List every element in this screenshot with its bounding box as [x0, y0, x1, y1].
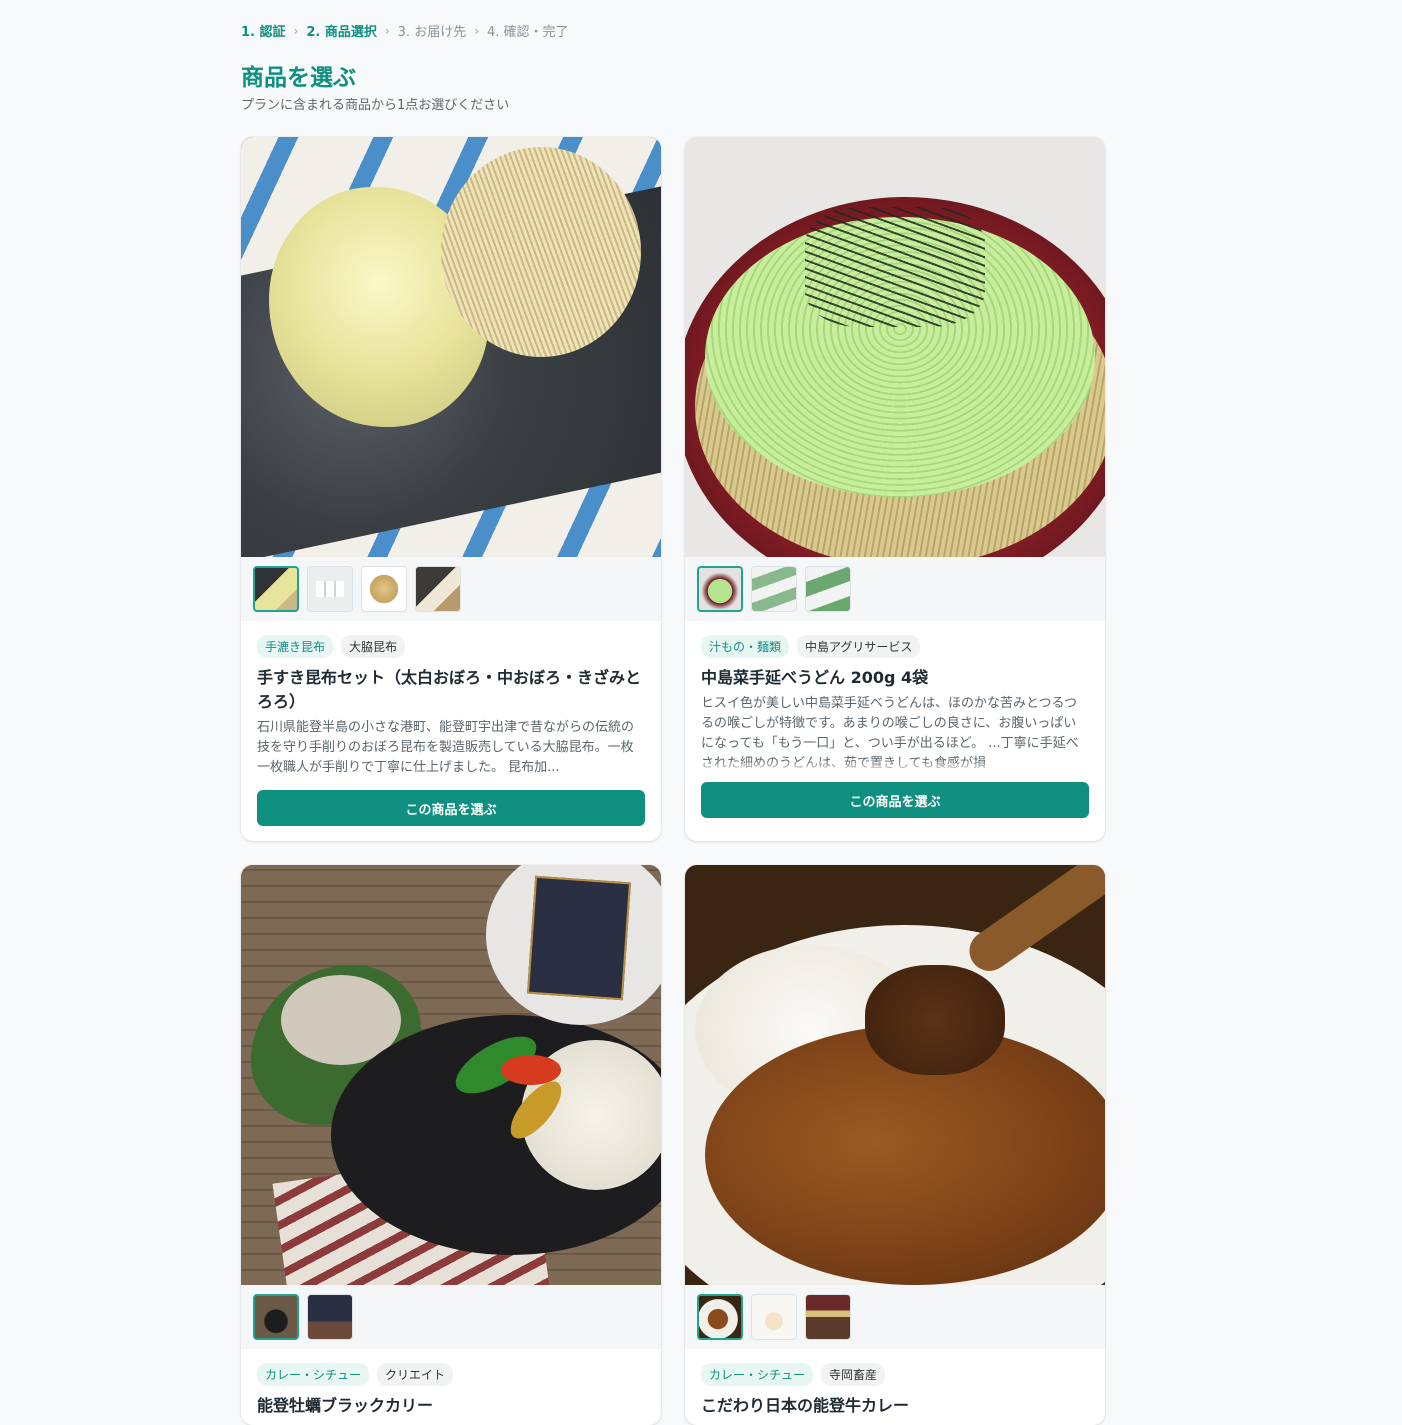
select-product-button[interactable]: この商品を選ぶ: [257, 790, 645, 826]
page-title: 商品を選ぶ: [241, 65, 356, 91]
product-thumbnail[interactable]: [751, 1294, 797, 1340]
product-main-image: [241, 865, 661, 1285]
maker-tag: 寺岡畜産: [821, 1363, 886, 1386]
thumbnail-strip: [685, 557, 1105, 621]
step-delivery: 3. お届け先: [397, 25, 467, 40]
product-thumbnail[interactable]: [415, 566, 461, 612]
step-auth[interactable]: 1. 認証: [241, 21, 286, 40]
product-title: 能登牡蠣ブラックカリー: [257, 1396, 434, 1415]
category-tag: カレー・シチュー: [257, 1363, 370, 1386]
product-thumbnail[interactable]: [805, 1294, 851, 1340]
product-description: 石川県能登半島の小さな港町、能登町宇出津で昔ながらの伝統の技を守り手削りのおぼろ…: [257, 720, 635, 775]
product-title: こだわり日本の能登牛カレー: [701, 1396, 910, 1415]
product-main-image: [685, 865, 1105, 1285]
product-title: 手すき昆布セット（太白おぼろ・中おぼろ・きざみとろろ）: [257, 668, 642, 711]
product-thumbnail[interactable]: [361, 566, 407, 612]
step-separator: ›: [384, 23, 390, 38]
thumbnail-strip: [685, 1285, 1105, 1349]
select-product-button[interactable]: この商品を選ぶ: [701, 782, 1089, 818]
product-thumbnail[interactable]: [307, 566, 353, 612]
thumbnail-strip: [241, 557, 661, 621]
maker-tag: 大脇昆布: [341, 635, 406, 658]
product-main-image: [241, 137, 661, 557]
product-card: カレー・シチュー 寺岡畜産 こだわり日本の能登牛カレー: [685, 865, 1105, 1425]
step-breadcrumb: 1. 認証 › 2. 商品選択 › 3. お届け先 › 4. 確認・完了: [241, 21, 569, 41]
page-subtitle: プランに含まれる商品から1点お選びください: [241, 98, 510, 113]
category-tag: 手漉き昆布: [257, 635, 334, 658]
product-thumbnail[interactable]: [697, 1294, 743, 1340]
product-thumbnail[interactable]: [697, 566, 743, 612]
step-confirm: 4. 確認・完了: [487, 25, 569, 40]
product-main-image: [685, 137, 1105, 557]
product-thumbnail[interactable]: [253, 1294, 299, 1340]
category-tag: 汁もの・麺類: [701, 635, 790, 658]
step-separator: ›: [474, 23, 480, 38]
step-separator: ›: [293, 23, 299, 38]
category-tag: カレー・シチュー: [701, 1363, 814, 1386]
product-thumbnail[interactable]: [307, 1294, 353, 1340]
product-description: ヒスイ色が美しい中島菜手延べうどんは、ほのかな苦みとつるつるの喉ごしが特徴です。…: [701, 694, 1089, 774]
product-card: 手漉き昆布 大脇昆布 手すき昆布セット（太白おぼろ・中おぼろ・きざみとろろ） 石…: [241, 137, 661, 841]
product-thumbnail[interactable]: [751, 566, 797, 612]
product-title: 中島菜手延べうどん 200g 4袋: [701, 668, 929, 687]
product-card: カレー・シチュー クリエイト 能登牡蠣ブラックカリー: [241, 865, 661, 1425]
thumbnail-strip: [241, 1285, 661, 1349]
maker-tag: 中島アグリサービス: [797, 635, 921, 658]
product-thumbnail[interactable]: [805, 566, 851, 612]
product-thumbnail[interactable]: [253, 566, 299, 612]
step-product-select: 2. 商品選択: [306, 25, 377, 40]
product-card: 汁もの・麺類 中島アグリサービス 中島菜手延べうどん 200g 4袋 ヒスイ色が…: [685, 137, 1105, 841]
maker-tag: クリエイト: [377, 1363, 454, 1386]
